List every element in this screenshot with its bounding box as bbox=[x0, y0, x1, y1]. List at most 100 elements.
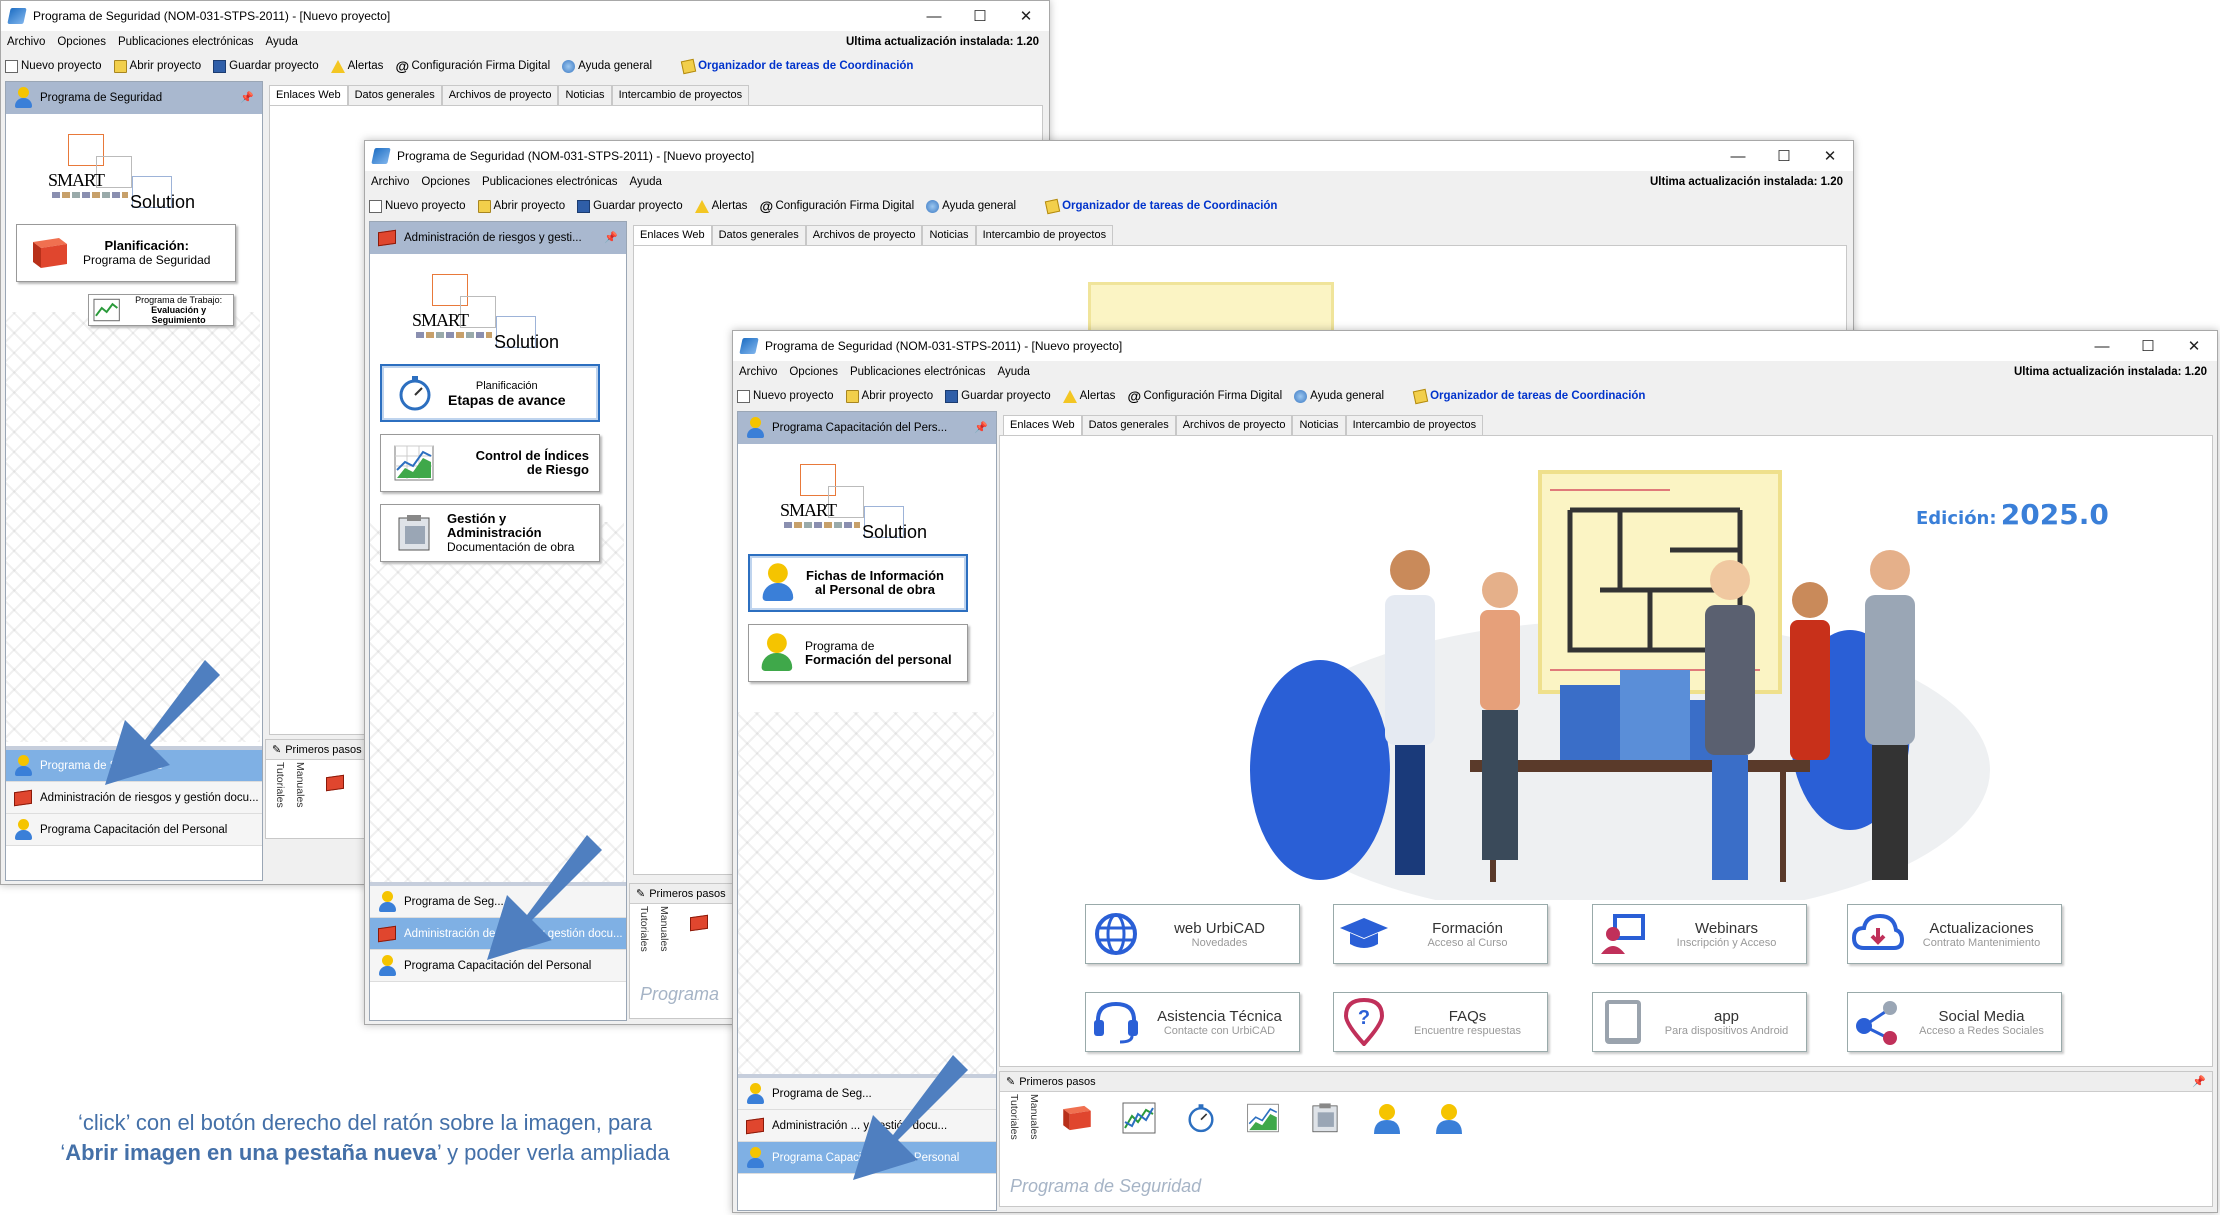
menu-publicaciones[interactable]: Publicaciones electrónicas bbox=[118, 36, 254, 48]
nav-card-fichas-informacion[interactable]: Fichas de Información al Personal de obra bbox=[748, 554, 968, 612]
maximize-button[interactable]: ☐ bbox=[957, 1, 1003, 31]
menu-ayuda[interactable]: Ayuda bbox=[629, 176, 661, 188]
menu-opciones[interactable]: Opciones bbox=[421, 176, 470, 188]
pointer-arrow-2 bbox=[487, 835, 602, 960]
menu-opciones[interactable]: Opciones bbox=[57, 36, 106, 48]
asistencia-tecnica-button[interactable]: Asistencia Técnica Contacte con UrbiCAD bbox=[1085, 992, 1300, 1052]
pin-icon[interactable]: 📌 bbox=[974, 421, 988, 434]
primeros-pasos-panel: ✎ Primeros pasos Tutoriales Manuales bbox=[265, 739, 365, 839]
tab-datos-generales[interactable]: Datos generales bbox=[347, 85, 442, 105]
alerts-button[interactable]: Alertas bbox=[694, 199, 747, 213]
red-book-icon[interactable] bbox=[690, 914, 708, 932]
nav-card-control-indices[interactable]: Control de Índices de Riesgo bbox=[380, 434, 600, 492]
tutoriales-tab[interactable]: Tutoriales bbox=[638, 906, 650, 952]
menu-archivo[interactable]: Archivo bbox=[7, 36, 45, 48]
save-project-button[interactable]: Guardar proyecto bbox=[577, 199, 683, 213]
signature-config-button[interactable]: @ Configuración Firma Digital bbox=[395, 59, 550, 73]
organizer-button[interactable]: Organizador de tareas de Coordinación bbox=[1412, 388, 1645, 404]
tab-archivos-proyecto[interactable]: Archivos de proyecto bbox=[805, 225, 923, 245]
tab-archivos-proyecto[interactable]: Archivos de proyecto bbox=[1175, 415, 1293, 435]
tab-intercambio[interactable]: Intercambio de proyectos bbox=[975, 225, 1114, 245]
minimize-button[interactable]: — bbox=[1715, 141, 1761, 171]
nav-card-gestion-administracion[interactable]: Gestión y Administración Documentación de … bbox=[380, 504, 600, 562]
worker-icon[interactable] bbox=[1432, 1102, 1466, 1134]
tab-enlaces-web[interactable]: Enlaces Web bbox=[1003, 415, 1082, 435]
new-project-button[interactable]: Nuevo proyecto bbox=[369, 199, 466, 213]
menu-publicaciones[interactable]: Publicaciones electrónicas bbox=[850, 366, 986, 378]
title-bar[interactable]: Programa de Seguridad (NOM-031-STPS-2011… bbox=[733, 331, 2217, 361]
menu-archivo[interactable]: Archivo bbox=[371, 176, 409, 188]
tutoriales-tab[interactable]: Tutoriales bbox=[274, 762, 286, 808]
tab-intercambio[interactable]: Intercambio de proyectos bbox=[1345, 415, 1484, 435]
tab-intercambio[interactable]: Intercambio de proyectos bbox=[611, 85, 750, 105]
nav-card-programa-trabajo[interactable]: Programa de Trabajo: Evaluación y Seguimi… bbox=[88, 294, 234, 326]
tab-archivos-proyecto[interactable]: Archivos de proyecto bbox=[441, 85, 559, 105]
web-urbicad-button[interactable]: web UrbiCAD Novedades bbox=[1085, 904, 1300, 964]
organizer-button[interactable]: Organizador de tareas de Coordinación bbox=[680, 58, 913, 74]
red-book-icon[interactable] bbox=[1060, 1102, 1094, 1134]
maximize-button[interactable]: ☐ bbox=[2125, 331, 2171, 361]
new-project-button[interactable]: Nuevo proyecto bbox=[737, 389, 834, 403]
alerts-button[interactable]: Alertas bbox=[1062, 389, 1115, 403]
manuales-tab[interactable]: Manuales bbox=[1028, 1094, 1040, 1140]
red-book-icon bbox=[746, 1117, 764, 1134]
help-button[interactable]: Ayuda general bbox=[562, 59, 652, 73]
close-button[interactable]: ✕ bbox=[1807, 141, 1853, 171]
menu-ayuda[interactable]: Ayuda bbox=[997, 366, 1029, 378]
clipboard-icon[interactable] bbox=[1308, 1102, 1342, 1134]
save-project-button[interactable]: Guardar proyecto bbox=[945, 389, 1051, 403]
menu-opciones[interactable]: Opciones bbox=[789, 366, 838, 378]
tab-datos-generales[interactable]: Datos generales bbox=[711, 225, 806, 245]
red-book-icon[interactable] bbox=[326, 774, 344, 792]
help-button[interactable]: Ayuda general bbox=[1294, 389, 1384, 403]
tab-enlaces-web[interactable]: Enlaces Web bbox=[633, 225, 712, 245]
share-network-icon bbox=[1856, 1001, 1897, 1045]
module-item-capacitacion[interactable]: Programa Capacitación del Personal bbox=[6, 814, 262, 846]
tab-noticias[interactable]: Noticias bbox=[558, 85, 612, 105]
signature-config-button[interactable]: @ Configuración Firma Digital bbox=[759, 199, 914, 213]
nav-card-planificacion-etapas[interactable]: Planificación Etapas de avance bbox=[380, 364, 600, 422]
menu-publicaciones[interactable]: Publicaciones electrónicas bbox=[482, 176, 618, 188]
menu-archivo[interactable]: Archivo bbox=[739, 366, 777, 378]
pin-icon[interactable]: 📌 bbox=[240, 91, 254, 104]
nav-card-planificacion[interactable]: Planificación: Programa de Seguridad bbox=[16, 224, 236, 282]
pin-icon[interactable]: 📌 bbox=[604, 231, 618, 244]
open-project-button[interactable]: Abrir proyecto bbox=[845, 389, 933, 403]
app-button[interactable]: app Para dispositivos Android bbox=[1592, 992, 1807, 1052]
save-project-button[interactable]: Guardar proyecto bbox=[213, 59, 319, 73]
social-media-button[interactable]: Social Media Acceso a Redes Sociales bbox=[1847, 992, 2062, 1052]
help-button[interactable]: Ayuda general bbox=[926, 199, 1016, 213]
formacion-button[interactable]: Formación Acceso al Curso bbox=[1333, 904, 1548, 964]
close-button[interactable]: ✕ bbox=[1003, 1, 1049, 31]
tab-enlaces-web[interactable]: Enlaces Web bbox=[269, 85, 348, 105]
open-project-button[interactable]: Abrir proyecto bbox=[477, 199, 565, 213]
webinars-button[interactable]: Webinars Inscripción y Acceso bbox=[1592, 904, 1807, 964]
title-bar[interactable]: Programa de Seguridad (NOM-031-STPS-2011… bbox=[365, 141, 1853, 171]
manuales-tab[interactable]: Manuales bbox=[294, 762, 306, 808]
faqs-button[interactable]: ? FAQs Encuentre respuestas bbox=[1333, 992, 1548, 1052]
close-button[interactable]: ✕ bbox=[2171, 331, 2217, 361]
minimize-button[interactable]: — bbox=[2079, 331, 2125, 361]
alerts-button[interactable]: Alertas bbox=[330, 59, 383, 73]
title-bar[interactable]: Programa de Seguridad (NOM-031-STPS-2011… bbox=[1, 1, 1049, 31]
tab-noticias[interactable]: Noticias bbox=[1292, 415, 1346, 435]
new-project-button[interactable]: Nuevo proyecto bbox=[5, 59, 102, 73]
line-chart-icon[interactable] bbox=[1122, 1102, 1156, 1134]
stopwatch-icon[interactable] bbox=[1184, 1102, 1218, 1134]
minimize-button[interactable]: — bbox=[911, 1, 957, 31]
tab-noticias[interactable]: Noticias bbox=[922, 225, 976, 245]
menu-ayuda[interactable]: Ayuda bbox=[265, 36, 297, 48]
growth-chart-icon[interactable] bbox=[1246, 1102, 1280, 1134]
tab-datos-generales[interactable]: Datos generales bbox=[1081, 415, 1176, 435]
tutoriales-tab[interactable]: Tutoriales bbox=[1008, 1094, 1020, 1140]
worker-icon[interactable] bbox=[1370, 1102, 1404, 1134]
manuales-tab[interactable]: Manuales bbox=[658, 906, 670, 952]
signature-config-button[interactable]: @ Configuración Firma Digital bbox=[1127, 389, 1282, 403]
pin-icon[interactable]: 📌 bbox=[2192, 1075, 2206, 1088]
open-project-button[interactable]: Abrir proyecto bbox=[113, 59, 201, 73]
actualizaciones-button[interactable]: Actualizaciones Contrato Mantenimiento bbox=[1847, 904, 2062, 964]
worker-icon bbox=[14, 754, 32, 777]
nav-card-programa-formacion[interactable]: Programa de Formación del personal bbox=[748, 624, 968, 682]
maximize-button[interactable]: ☐ bbox=[1761, 141, 1807, 171]
organizer-button[interactable]: Organizador de tareas de Coordinación bbox=[1044, 198, 1277, 214]
